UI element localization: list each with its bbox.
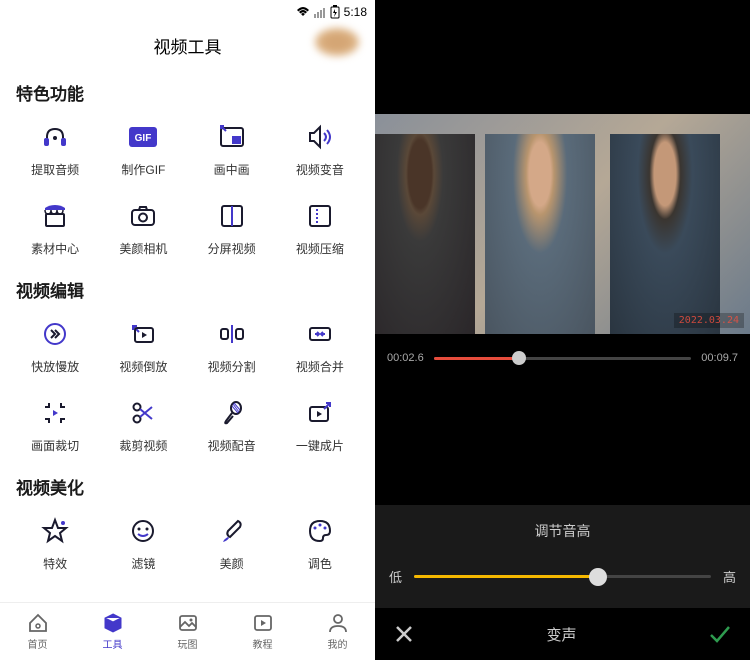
mic-icon	[218, 399, 246, 427]
pitch-fill	[414, 575, 598, 578]
avatar-blur	[315, 28, 359, 56]
confirm-icon[interactable]	[708, 623, 732, 645]
nav-me[interactable]: 我的	[300, 603, 375, 660]
content-scroll[interactable]: 特色功能 提取音频 GIF制作GIF 画中画 视频变音 素材中心 美颜相机 分屏…	[0, 66, 375, 602]
pitch-track[interactable]	[414, 575, 711, 578]
timeline: 00:02.6 00:09.7	[375, 334, 750, 382]
edit-grid: 快放慢放 视频倒放 视频分割 视频合并 画面裁切 裁剪视频 视频配音 一键成片	[16, 312, 359, 460]
headphones-icon	[41, 123, 69, 151]
split-icon	[218, 202, 246, 230]
pitch-low-label: 低	[389, 567, 402, 586]
gif-icon: GIF	[128, 126, 158, 148]
tool-extract-audio[interactable]: 提取音频	[16, 115, 94, 184]
tool-split[interactable]: 视频分割	[193, 312, 271, 381]
brush-icon	[218, 517, 246, 545]
nav-tutorial[interactable]: 教程	[225, 603, 300, 660]
tool-pip[interactable]: 画中画	[193, 115, 271, 184]
status-time: 5:18	[344, 5, 367, 19]
section-title-edit: 视频编辑	[16, 277, 359, 302]
status-bar: 5:18	[0, 0, 375, 24]
cube-icon	[102, 612, 124, 634]
image-icon	[177, 612, 199, 634]
tool-beauty[interactable]: 美颜	[193, 509, 271, 578]
tool-speed[interactable]: 快放慢放	[16, 312, 94, 381]
tool-trim[interactable]: 裁剪视频	[104, 391, 182, 460]
cut-icon	[218, 320, 246, 348]
camera-icon	[129, 202, 157, 230]
section-title-beautify: 视频美化	[16, 474, 359, 499]
timeline-track[interactable]	[434, 357, 692, 360]
bottom-nav: 首页 工具 玩图 教程 我的	[0, 602, 375, 660]
tool-voice-change[interactable]: 视频变音	[281, 115, 359, 184]
video-person	[610, 134, 720, 334]
featured-grid: 提取音频 GIF制作GIF 画中画 视频变音 素材中心 美颜相机 分屏视频 视频…	[16, 115, 359, 263]
tool-material-center[interactable]: 素材中心	[16, 194, 94, 263]
tool-color[interactable]: 调色	[281, 509, 359, 578]
battery-icon	[330, 5, 340, 19]
tool-onekey[interactable]: 一键成片	[281, 391, 359, 460]
pitch-slider: 低 高	[389, 567, 736, 586]
time-current: 00:02.6	[387, 352, 424, 364]
time-total: 00:09.7	[701, 352, 738, 364]
watermark: 2022.03.24	[674, 313, 744, 328]
merge-icon	[306, 320, 334, 348]
tool-make-gif[interactable]: GIF制作GIF	[104, 115, 182, 184]
section-title-featured: 特色功能	[16, 80, 359, 105]
compress-icon	[306, 202, 334, 230]
star-icon	[41, 517, 69, 545]
beautify-grid: 特效 滤镜 美颜 调色	[16, 509, 359, 578]
scissors-icon	[129, 399, 157, 427]
left-panel: 5:18 视频工具 特色功能 提取音频 GIF制作GIF 画中画 视频变音 素材…	[0, 0, 375, 660]
tool-dubbing[interactable]: 视频配音	[193, 391, 271, 460]
onekey-icon	[306, 399, 334, 427]
nav-home[interactable]: 首页	[0, 603, 75, 660]
cancel-icon[interactable]	[393, 623, 415, 645]
pitch-high-label: 高	[723, 567, 736, 586]
video-preview[interactable]: 2022.03.24	[375, 114, 750, 334]
nav-tools[interactable]: 工具	[75, 603, 150, 660]
title-bar: 视频工具	[0, 24, 375, 66]
wifi-icon	[296, 6, 310, 18]
reverse-icon	[129, 320, 157, 348]
action-label: 变声	[546, 624, 576, 645]
pitch-section: 调节音高 低 高	[375, 505, 750, 608]
voice-icon	[306, 123, 334, 151]
speed-icon	[41, 320, 69, 348]
video-person	[375, 134, 475, 334]
action-bar: 变声	[375, 608, 750, 660]
crop-icon	[41, 399, 69, 427]
pitch-title: 调节音高	[389, 521, 736, 541]
tool-merge[interactable]: 视频合并	[281, 312, 359, 381]
tool-beauty-camera[interactable]: 美颜相机	[104, 194, 182, 263]
signal-icon	[314, 6, 326, 18]
play-icon	[252, 612, 274, 634]
timeline-fill	[434, 357, 519, 360]
face-icon	[129, 517, 157, 545]
pip-icon	[218, 123, 246, 151]
page-title: 视频工具	[154, 33, 222, 58]
user-icon	[327, 612, 349, 634]
tool-crop-frame[interactable]: 画面裁切	[16, 391, 94, 460]
palette-icon	[306, 517, 334, 545]
nav-images[interactable]: 玩图	[150, 603, 225, 660]
right-panel: 2022.03.24 00:02.6 00:09.7 调节音高 低 高 变声	[375, 0, 750, 660]
pitch-thumb[interactable]	[589, 568, 607, 586]
home-icon	[27, 612, 49, 634]
tool-reverse[interactable]: 视频倒放	[104, 312, 182, 381]
video-person	[485, 134, 595, 334]
timeline-thumb[interactable]	[512, 351, 526, 365]
svg-text:GIF: GIF	[135, 133, 152, 144]
tool-effect[interactable]: 特效	[16, 509, 94, 578]
tool-split-screen[interactable]: 分屏视频	[193, 194, 271, 263]
store-icon	[41, 202, 69, 230]
tool-filter[interactable]: 滤镜	[104, 509, 182, 578]
tool-compress[interactable]: 视频压缩	[281, 194, 359, 263]
